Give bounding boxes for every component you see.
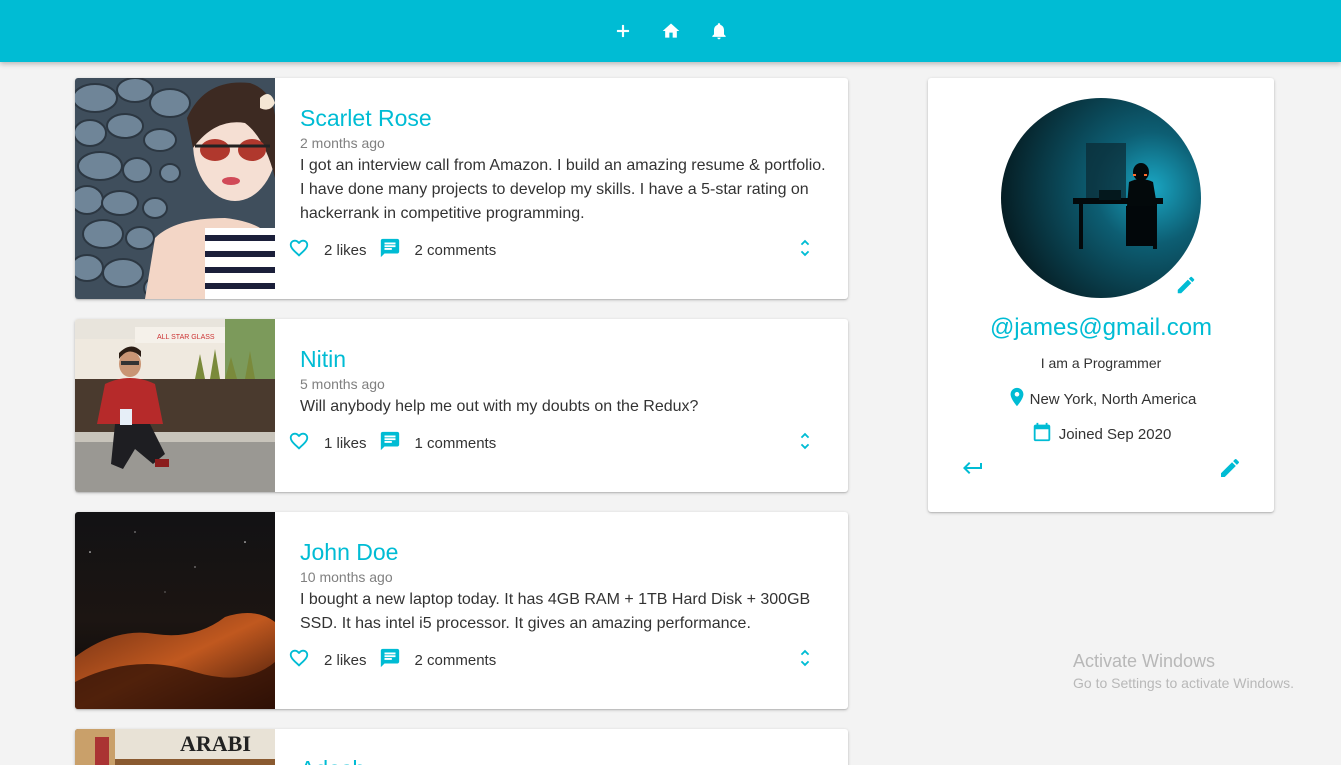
heart-outline-icon	[288, 237, 310, 264]
post-card: ALL STAR GLASS Nitin 5 months ago Will a…	[75, 319, 848, 492]
post-image	[75, 512, 275, 709]
post-timestamp: 10 months ago	[300, 569, 393, 585]
profile-location: New York, North America	[928, 386, 1274, 412]
post-card: ARABI Adesh	[75, 729, 848, 765]
watermark-title: Activate Windows	[1073, 651, 1216, 671]
comment-icon	[379, 237, 401, 264]
profile-card: @james@gmail.com I am a Programmer New Y…	[928, 78, 1274, 512]
comment-count: 2 comments	[414, 651, 497, 669]
post-author-link[interactable]: Scarlet Rose	[300, 104, 432, 132]
unfold-more-icon	[794, 647, 816, 674]
post-image: ALL STAR GLASS	[75, 319, 275, 492]
post-card: Scarlet Rose 2 months ago I got an inter…	[75, 78, 848, 299]
comment-button[interactable]	[379, 647, 401, 674]
like-button[interactable]	[288, 430, 310, 457]
post-timestamp: 5 months ago	[300, 376, 385, 392]
like-count: 2 likes	[324, 241, 367, 259]
post-body: Will anybody help me out with my doubts …	[300, 398, 699, 415]
post-author-link[interactable]: Adesh	[300, 755, 365, 765]
expand-button[interactable]	[793, 431, 817, 455]
post-timestamp: 2 months ago	[300, 135, 385, 151]
post-actions: 1 likes 1 comments	[288, 431, 817, 455]
expand-button[interactable]	[793, 648, 817, 672]
svg-text:ALL STAR GLASS: ALL STAR GLASS	[157, 334, 215, 341]
post-author-link[interactable]: Nitin	[300, 345, 346, 373]
home-icon[interactable]	[661, 21, 681, 41]
post-body: I got an interview call from Amazon. I b…	[300, 157, 826, 222]
app-bar	[0, 0, 1341, 62]
post-image	[75, 78, 275, 299]
joined-text: Joined Sep 2020	[1058, 425, 1172, 443]
avatar	[1001, 98, 1201, 298]
comment-count: 1 comments	[414, 434, 497, 452]
heart-outline-icon	[288, 430, 310, 457]
profile-bio: I am a Programmer	[1040, 355, 1162, 371]
post-content: Adesh	[275, 729, 848, 765]
profile-joined: Joined Sep 2020	[928, 421, 1274, 447]
comment-button[interactable]	[379, 430, 401, 457]
post-author-link[interactable]: John Doe	[300, 538, 398, 566]
logout-button[interactable]	[961, 456, 985, 480]
edit-avatar-button[interactable]	[1175, 274, 1197, 296]
calendar-icon	[1031, 421, 1059, 447]
post-content: Scarlet Rose 2 months ago I got an inter…	[275, 78, 848, 299]
heart-outline-icon	[288, 647, 310, 674]
like-count: 1 likes	[324, 434, 367, 452]
comment-count: 2 comments	[414, 241, 497, 259]
keyboard-return-icon	[961, 462, 985, 484]
pencil-icon	[1218, 458, 1242, 484]
bell-icon[interactable]	[709, 21, 729, 41]
location-text: New York, North America	[1029, 390, 1197, 408]
unfold-more-icon	[794, 237, 816, 264]
profile-handle[interactable]: @james@gmail.com	[928, 314, 1274, 342]
comment-icon	[379, 647, 401, 674]
post-actions: 2 likes 2 comments	[288, 648, 817, 672]
thumb-sign-text: ARABI	[180, 731, 251, 756]
post-content: John Doe 10 months ago I bought a new la…	[275, 512, 848, 709]
post-image: ARABI	[75, 729, 275, 765]
like-button[interactable]	[288, 237, 310, 264]
post-card: John Doe 10 months ago I bought a new la…	[75, 512, 848, 709]
like-button[interactable]	[288, 647, 310, 674]
windows-activation-watermark: Activate Windows Go to Settings to activ…	[1073, 650, 1294, 693]
like-count: 2 likes	[324, 651, 367, 669]
expand-button[interactable]	[793, 238, 817, 262]
edit-profile-button[interactable]	[1218, 456, 1242, 480]
unfold-more-icon	[794, 430, 816, 457]
post-body: I bought a new laptop today. It has 4GB …	[300, 591, 811, 632]
comment-button[interactable]	[379, 237, 401, 264]
comment-icon	[379, 430, 401, 457]
location-pin-icon	[1006, 386, 1030, 412]
watermark-subtitle: Go to Settings to activate Windows.	[1073, 675, 1294, 691]
pencil-icon	[1175, 276, 1197, 300]
post-actions: 2 likes 2 comments	[288, 238, 817, 262]
plus-icon[interactable]	[613, 21, 633, 41]
post-content: Nitin 5 months ago Will anybody help me …	[275, 319, 848, 492]
